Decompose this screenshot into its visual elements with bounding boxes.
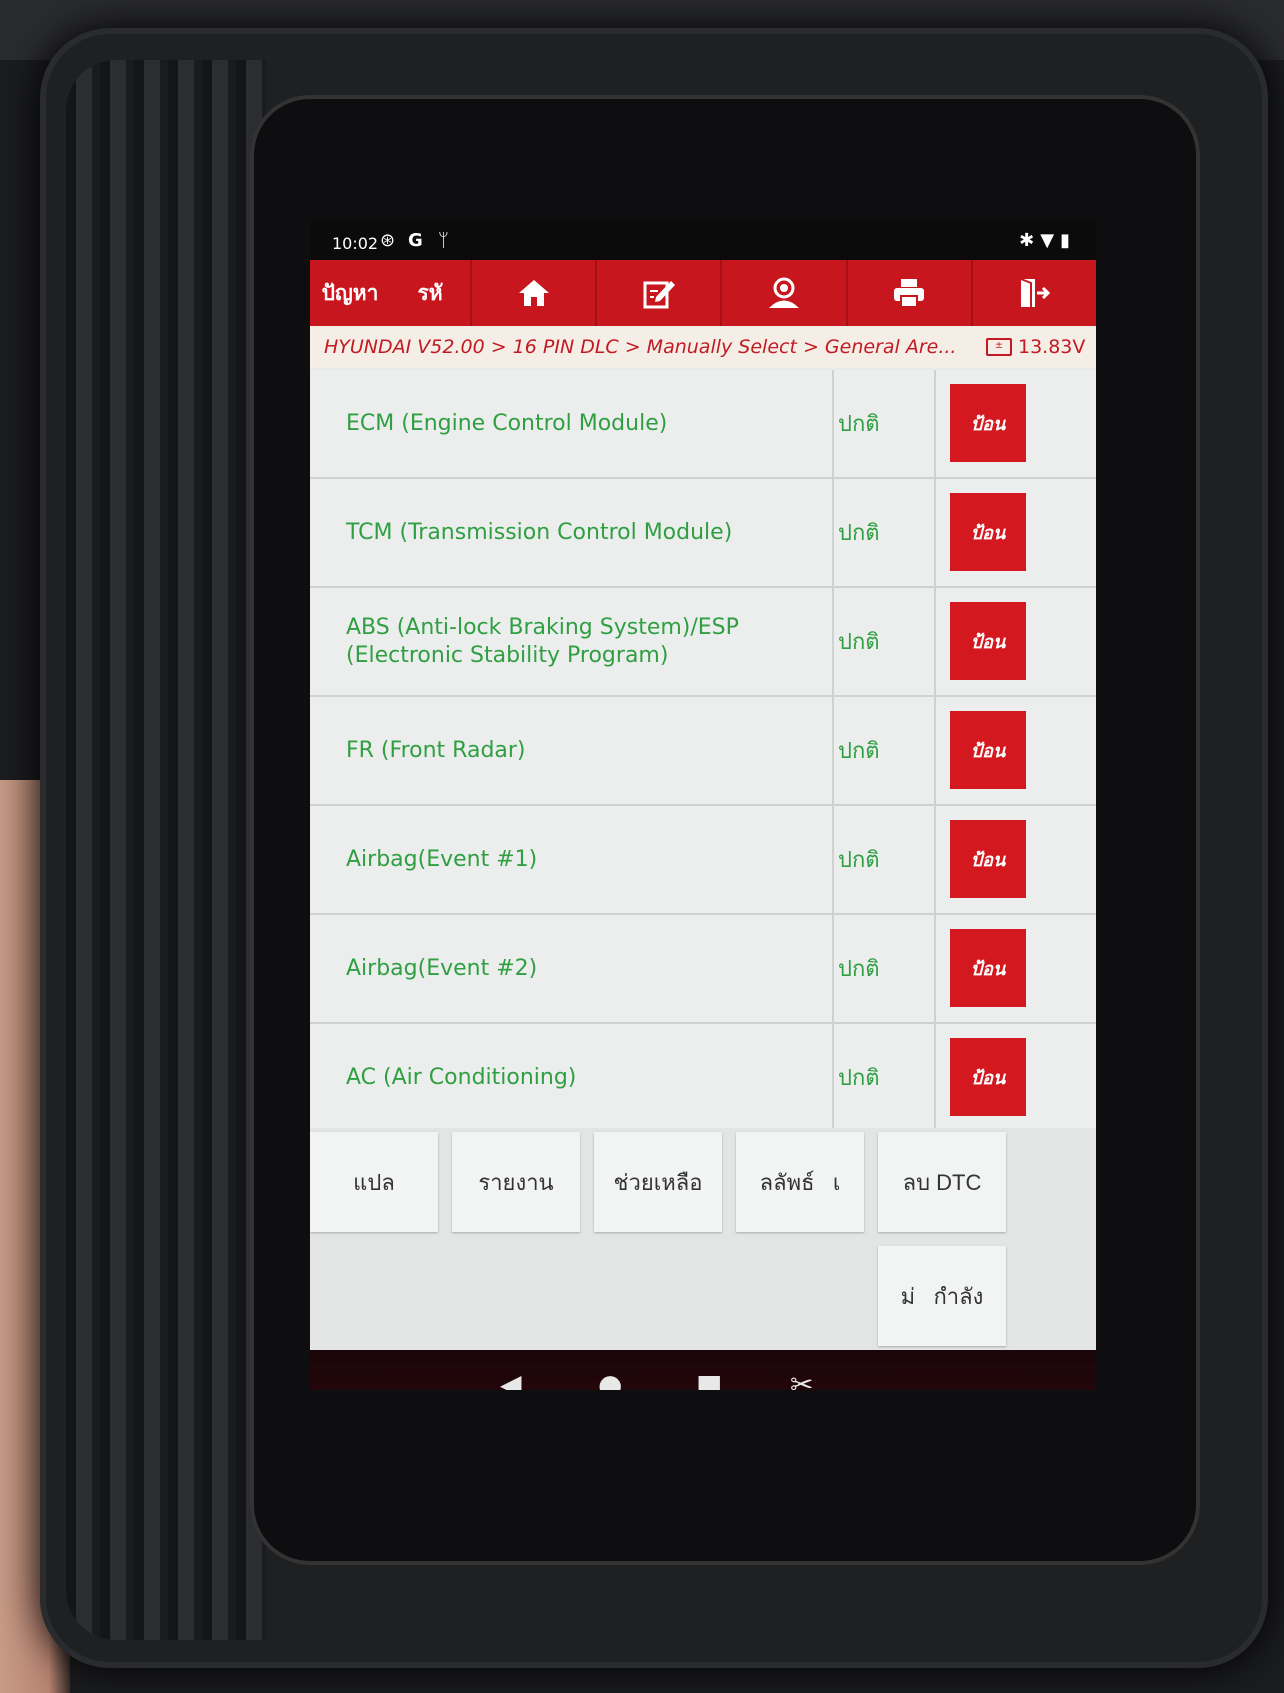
battery-voltage: ± 13.83V — [986, 336, 1096, 358]
back-icon[interactable]: ◀ — [500, 1368, 522, 1390]
enter-button[interactable]: ป้อน — [950, 820, 1026, 898]
user-icon — [769, 277, 799, 308]
column-divider — [934, 370, 936, 477]
module-name: ECM (Engine Control Module) — [346, 410, 668, 436]
module-row-abs[interactable]: ABS (Anti-lock Braking System)/ESP (Elec… — [310, 588, 1096, 697]
enter-button[interactable]: ป้อน — [950, 711, 1026, 789]
column-divider — [934, 479, 936, 586]
google-g-icon: G — [408, 230, 423, 251]
column-divider — [832, 1024, 834, 1128]
column-divider — [934, 806, 936, 913]
module-list: ECM (Engine Control Module) ปกติ ป้อน TC… — [310, 370, 1096, 1128]
tablet-screen: 10:02 ⊛ G ᛘ ✱▼▮ ปัญหา รหั HYUNDAI V52.00… — [310, 220, 1096, 1390]
enter-button[interactable]: ป้อน — [950, 1038, 1026, 1116]
android-nav-bar: ◀ ● ■ ✂ — [310, 1350, 1096, 1390]
screenshot-icon[interactable]: ✂ — [790, 1368, 813, 1390]
module-row-tcm[interactable]: TCM (Transmission Control Module) ปกติ ป… — [310, 479, 1096, 588]
module-status: ปกติ — [838, 1066, 880, 1091]
function-bar: แปล รายงาน ช่วยเหลือ ลลัพธ์ เ ลบ DTC ม่ … — [310, 1128, 1096, 1350]
breadcrumb-path: HYUNDAI V52.00 > 16 PIN DLC > Manually S… — [324, 336, 957, 358]
module-row-fr[interactable]: FR (Front Radar) ปกติ ป้อน — [310, 697, 1096, 806]
module-row-ac[interactable]: AC (Air Conditioning) ปกติ ป้อน — [310, 1024, 1096, 1128]
module-status: ปกติ — [838, 521, 880, 546]
module-status: ปกติ — [838, 630, 880, 655]
home-button[interactable] — [470, 260, 595, 326]
module-status: ปกติ — [838, 848, 880, 873]
bluetooth-icon: ✱ — [1019, 230, 1041, 251]
status-bar: 10:02 ⊛ G ᛘ ✱▼▮ — [310, 220, 1096, 258]
enter-button[interactable]: ป้อน — [950, 384, 1026, 462]
module-name: ABS (Anti-lock Braking System)/ESP (Elec… — [346, 614, 739, 668]
tab-codes[interactable]: รหั — [390, 260, 470, 326]
translate-button[interactable]: แปล — [310, 1132, 438, 1232]
recents-icon[interactable]: ■ — [696, 1368, 722, 1390]
edit-button[interactable] — [595, 260, 720, 326]
edit-icon — [643, 281, 675, 309]
column-divider — [832, 915, 834, 1022]
breadcrumb: HYUNDAI V52.00 > 16 PIN DLC > Manually S… — [310, 326, 1096, 368]
module-name: FR (Front Radar) — [346, 737, 526, 763]
column-divider — [934, 915, 936, 1022]
module-name: Airbag(Event #2) — [346, 955, 538, 981]
module-status: ปกติ — [838, 412, 880, 437]
column-divider — [832, 806, 834, 913]
print-button[interactable] — [845, 260, 971, 326]
column-divider — [832, 697, 834, 804]
module-name: AC (Air Conditioning) — [346, 1064, 577, 1090]
module-row-airbag-2[interactable]: Airbag(Event #2) ปกติ ป้อน — [310, 915, 1096, 1024]
column-divider — [832, 479, 834, 586]
top-toolbar: ปัญหา รหั — [310, 260, 1096, 326]
diagnostic-app: ปัญหา รหั HYUNDAI V52.00 > 16 PIN DLC > … — [310, 260, 1096, 1350]
tab-problems[interactable]: ปัญหา — [310, 260, 390, 326]
enter-button[interactable]: ป้อน — [950, 929, 1026, 1007]
exit-icon — [1021, 278, 1051, 307]
module-name: TCM (Transmission Control Module) — [346, 519, 733, 545]
rubber-grip — [66, 60, 266, 1640]
module-row-airbag-1[interactable]: Airbag(Event #1) ปกติ ป้อน — [310, 806, 1096, 915]
column-divider — [832, 588, 834, 695]
module-status: ปกติ — [838, 739, 880, 764]
column-divider — [934, 1024, 936, 1128]
column-divider — [934, 697, 936, 804]
usb-icon: ᛘ — [438, 230, 449, 251]
column-divider — [934, 588, 936, 695]
exit-button[interactable] — [970, 260, 1096, 326]
module-status: ปกติ — [838, 957, 880, 982]
user-button[interactable] — [720, 260, 845, 326]
column-divider — [832, 370, 834, 477]
enter-button[interactable]: ป้อน — [950, 493, 1026, 571]
car-battery-icon: ± — [986, 338, 1012, 356]
clear-dtc-button[interactable]: ลบ DTC — [878, 1132, 1006, 1232]
status-right-icons: ✱▼▮ — [1019, 230, 1076, 251]
help-button[interactable]: ช่วยเหลือ — [594, 1132, 722, 1232]
print-icon — [894, 279, 925, 308]
result-button[interactable]: ลลัพธ์ เ — [736, 1132, 864, 1232]
settings-badge-icon: ⊛ — [380, 230, 396, 251]
battery-icon: ▮ — [1060, 230, 1076, 251]
in-progress-button[interactable]: ม่ กำลัง — [878, 1246, 1006, 1346]
report-button[interactable]: รายงาน — [452, 1132, 580, 1232]
home-circle-icon[interactable]: ● — [598, 1368, 622, 1390]
module-name: Airbag(Event #1) — [346, 846, 538, 872]
home-icon — [518, 280, 549, 306]
enter-button[interactable]: ป้อน — [950, 602, 1026, 680]
module-row-ecm[interactable]: ECM (Engine Control Module) ปกติ ป้อน — [310, 370, 1096, 479]
clock: 10:02 — [332, 234, 379, 253]
voltage-value: 13.83V — [1018, 336, 1086, 358]
wifi-icon: ▼ — [1040, 230, 1061, 251]
